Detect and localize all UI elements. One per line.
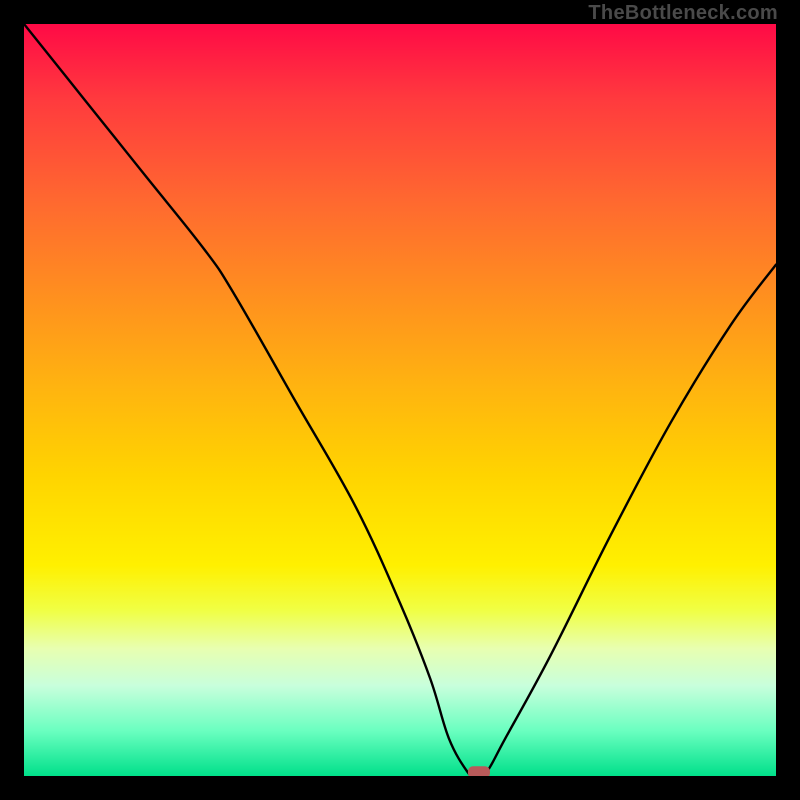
chart-frame: TheBottleneck.com xyxy=(0,0,800,800)
plot-area xyxy=(24,24,776,776)
optimal-marker xyxy=(468,766,490,776)
chart-svg xyxy=(24,24,776,776)
bottleneck-curve xyxy=(24,24,776,776)
watermark-text: TheBottleneck.com xyxy=(588,2,778,25)
